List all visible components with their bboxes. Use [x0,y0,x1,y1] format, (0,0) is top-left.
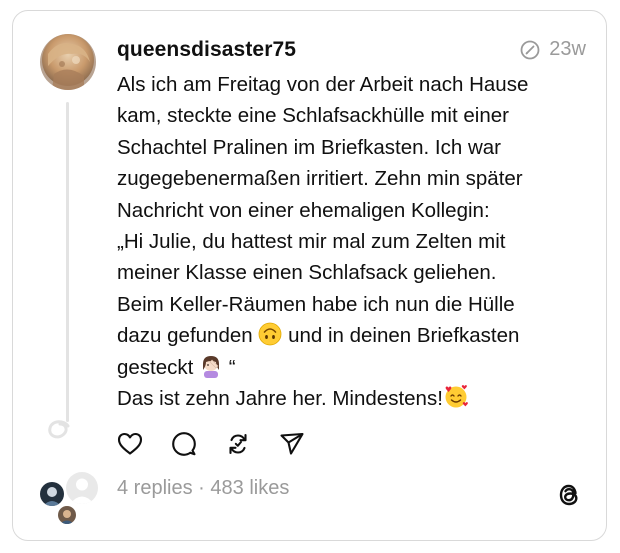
default-avatar-icon [66,472,98,504]
woman-facepalming-emoji [203,355,220,378]
author-username[interactable]: queensdisaster75 [117,38,296,62]
post-line-part: und in deinen Briefkasten [288,324,520,348]
post-line: Als ich am Freitag von der Arbeit nach H… [117,73,529,96]
like-button[interactable] [116,430,144,458]
upside-down-face-emoji [258,322,282,346]
threads-logo-icon[interactable] [554,480,584,510]
replies-count[interactable]: 4 replies [117,477,193,499]
heart-icon [117,432,143,455]
post-line: „Hi Julie, du hattest mir mal zum Zelten… [117,230,506,254]
thread-line [66,102,69,422]
post-stats: 4 replies · 483 likes [117,477,289,500]
post-line: meiner Klasse einen Schlafsack geliehen. [117,261,497,285]
reply-button[interactable] [170,430,198,458]
thread-curl-icon [48,420,70,439]
post-meta: 23w [519,38,586,61]
post-line: Das ist zehn Jahre her. Mindestens! [117,383,587,414]
replier-avatar[interactable] [58,506,76,524]
comment-icon [172,432,196,456]
post-line-part: “ [228,355,236,379]
action-bar [116,430,306,458]
likes-count[interactable]: 483 likes [210,477,289,499]
avatar-image [40,34,96,90]
post-line: Nachricht von einer ehemaligen Kollegin: [117,198,490,222]
post-line: Beim Keller-Räumen habe ich nun die Hüll… [117,292,515,316]
post-line: dazu gefunden und in deinen Briefkasten [117,320,587,351]
post-line: gesteckt “ [117,352,587,383]
post-body: Als ich am Freitag von der Arbeit nach H… [117,69,587,414]
post-line-part: Das ist zehn Jahre her. Mindestens! [117,387,443,411]
replier-avatar[interactable] [66,472,98,504]
share-button[interactable] [278,430,306,458]
author-avatar[interactable] [40,34,96,90]
post-line: Schachtel Pralinen im Briefkasten. Ich w… [117,135,501,159]
post-line-part: dazu gefunden [117,324,253,348]
replier-avatar[interactable] [40,482,64,506]
share-icon [280,432,304,455]
repost-button[interactable] [224,430,252,458]
post-line: kam, steckte eine Schlafsackhülle mit ei… [117,104,509,128]
repost-icon [229,433,247,455]
smiling-face-with-hearts-emoji [445,385,468,408]
replier-avatar-image [40,482,64,506]
stats-separator: · [192,477,211,499]
post-timestamp[interactable]: 23w [549,38,586,61]
replier-avatar-image [58,506,76,524]
edited-indicator-icon [520,40,540,59]
post-line: zugegebenermaßen irritiert. Zehn min spä… [117,167,523,191]
post-line-part: gesteckt [117,355,194,379]
